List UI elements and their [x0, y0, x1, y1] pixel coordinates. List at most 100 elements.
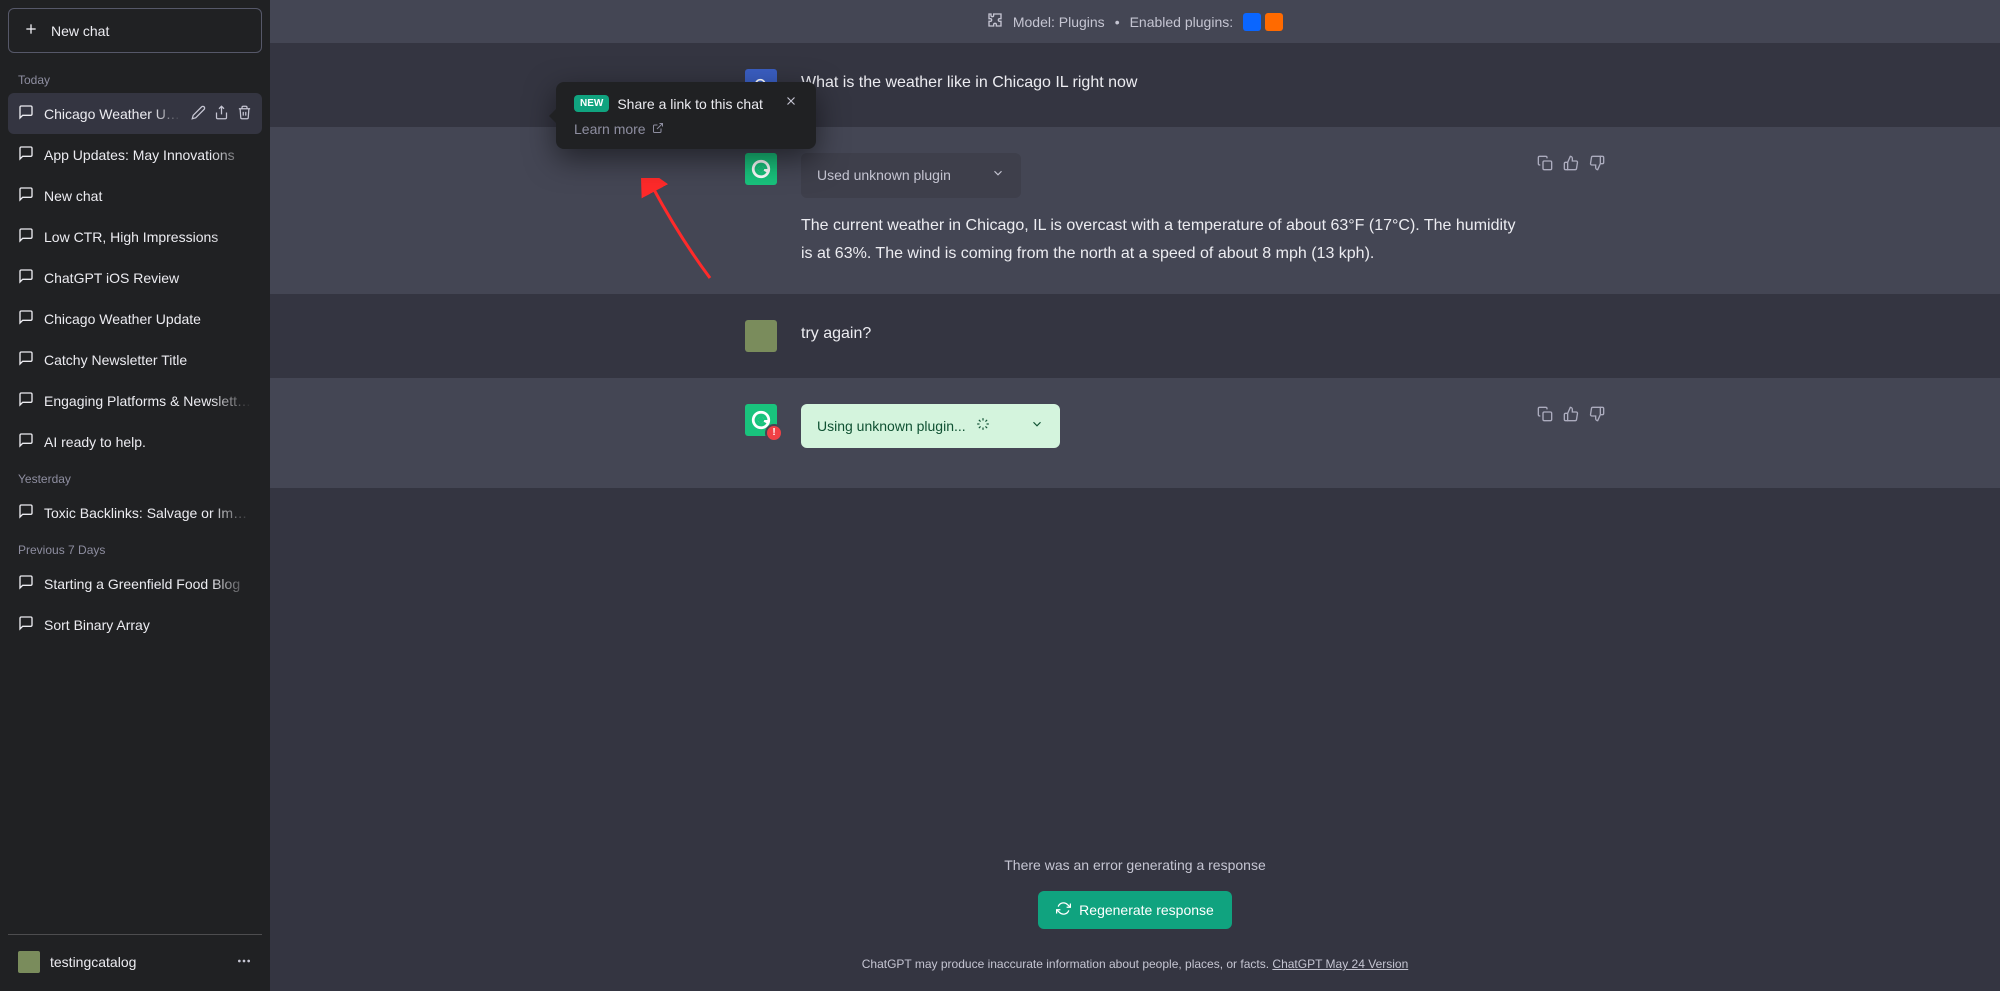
user-avatar-icon	[745, 320, 777, 352]
chat-item[interactable]: Starting a Greenfield Food Blog	[8, 563, 262, 604]
chat-item[interactable]: ChatGPT iOS Review	[8, 257, 262, 298]
section-label-prev7: Previous 7 Days	[8, 533, 262, 563]
chat-item-active[interactable]: Chicago Weather Update	[8, 93, 262, 134]
warning-badge-icon: !	[765, 424, 783, 442]
sidebar-footer: testingcatalog	[8, 934, 262, 983]
chat-title: AI ready to help.	[44, 434, 252, 450]
new-chat-button[interactable]: New chat	[8, 8, 262, 53]
footer-note: ChatGPT may produce inaccurate informati…	[270, 947, 2000, 991]
plugin-status-label: Using unknown plugin...	[817, 414, 966, 439]
plugin-status-using[interactable]: Using unknown plugin...	[801, 404, 1060, 449]
disclaimer-text: ChatGPT may produce inaccurate informati…	[862, 957, 1273, 971]
chat-icon	[18, 268, 34, 287]
chat-icon	[18, 432, 34, 451]
message-assistant: Used unknown plugin The current weather …	[270, 127, 2000, 294]
learn-more-link[interactable]: Learn more	[574, 121, 798, 137]
chat-icon	[18, 615, 34, 634]
user-avatar-icon	[18, 951, 40, 973]
plus-icon	[23, 21, 39, 40]
external-link-icon	[652, 121, 664, 137]
share-popover: NEW Share a link to this chat Learn more	[556, 82, 816, 149]
copy-icon[interactable]	[1537, 406, 1553, 427]
section-label-yesterday: Yesterday	[8, 462, 262, 492]
chat-item[interactable]: Catchy Newsletter Title	[8, 339, 262, 380]
plugin-icon-2[interactable]	[1265, 13, 1283, 31]
share-icon[interactable]	[214, 105, 229, 123]
chat-item[interactable]: App Updates: May Innovations	[8, 134, 262, 175]
new-chat-label: New chat	[51, 23, 109, 39]
main: Model: Plugins • Enabled plugins: What i…	[270, 0, 2000, 991]
conversation[interactable]: What is the weather like in Chicago IL r…	[270, 43, 2000, 835]
chat-title: ChatGPT iOS Review	[44, 270, 252, 286]
sidebar-list[interactable]: Today Chicago Weather Update App Updates	[8, 63, 262, 928]
chevron-down-icon	[1030, 414, 1044, 439]
chat-title: Chicago Weather Update	[44, 106, 181, 122]
chat-icon	[18, 503, 34, 522]
error-text: There was an error generating a response	[270, 857, 2000, 873]
assistant-avatar-icon	[745, 153, 777, 185]
message-assistant: ! Using unknown plugin...	[270, 378, 2000, 489]
message-user: try again?	[270, 294, 2000, 378]
bottom-area: There was an error generating a response…	[270, 835, 2000, 991]
chat-icon	[18, 186, 34, 205]
chat-item[interactable]: Sort Binary Array	[8, 604, 262, 645]
chat-icon	[18, 391, 34, 410]
chat-icon	[18, 309, 34, 328]
plugin-status-used[interactable]: Used unknown plugin	[801, 153, 1021, 198]
chat-icon	[18, 227, 34, 246]
chat-title: Chicago Weather Update	[44, 311, 252, 327]
spinner-icon	[976, 414, 990, 439]
chat-title: New chat	[44, 188, 252, 204]
sidebar: New chat Today Chicago Weather Update	[0, 0, 270, 991]
chat-icon	[18, 145, 34, 164]
regenerate-button[interactable]: Regenerate response	[1038, 891, 1232, 929]
chevron-down-icon	[991, 163, 1005, 188]
copy-icon[interactable]	[1537, 155, 1553, 176]
plugin-icon-1[interactable]	[1243, 13, 1261, 31]
regenerate-label: Regenerate response	[1079, 902, 1214, 918]
popover-title: Share a link to this chat	[617, 96, 763, 112]
thumbs-up-icon[interactable]	[1563, 155, 1579, 176]
chat-title: Sort Binary Array	[44, 617, 252, 633]
section-label-today: Today	[8, 63, 262, 93]
chat-item[interactable]: AI ready to help.	[8, 421, 262, 462]
chat-item[interactable]: Toxic Backlinks: Salvage or Import	[8, 492, 262, 533]
plugin-status-label: Used unknown plugin	[817, 163, 951, 188]
chat-icon	[18, 104, 34, 123]
message-body: Used unknown plugin The current weather …	[801, 153, 1525, 268]
user-name: testingcatalog	[50, 954, 136, 970]
chat-title: App Updates: May Innovations	[44, 147, 252, 163]
chat-title: Starting a Greenfield Food Blog	[44, 576, 252, 592]
separator-dot: •	[1115, 14, 1120, 30]
delete-icon[interactable]	[237, 105, 252, 123]
message-body: Using unknown plugin...	[801, 404, 1525, 463]
chat-item[interactable]: Low CTR, High Impressions	[8, 216, 262, 257]
model-header: Model: Plugins • Enabled plugins:	[270, 0, 2000, 43]
edit-icon[interactable]	[191, 105, 206, 123]
message-text: try again?	[801, 320, 1525, 352]
chat-icon	[18, 574, 34, 593]
user-menu-button[interactable]: testingcatalog	[8, 941, 262, 983]
refresh-icon	[1056, 901, 1071, 919]
chat-title: Low CTR, High Impressions	[44, 229, 252, 245]
new-badge: NEW	[574, 95, 609, 112]
puzzle-icon	[987, 12, 1003, 31]
chat-item[interactable]: New chat	[8, 175, 262, 216]
thumbs-up-icon[interactable]	[1563, 406, 1579, 427]
chat-title: Catchy Newsletter Title	[44, 352, 252, 368]
model-label: Model: Plugins	[1013, 14, 1105, 30]
chat-title: Engaging Platforms & Newsletters	[44, 393, 252, 409]
chat-item[interactable]: Chicago Weather Update	[8, 298, 262, 339]
message-text: What is the weather like in Chicago IL r…	[801, 69, 1525, 101]
learn-more-label: Learn more	[574, 121, 646, 137]
thumbs-down-icon[interactable]	[1589, 155, 1605, 176]
more-icon[interactable]	[236, 953, 252, 972]
message-user: What is the weather like in Chicago IL r…	[270, 43, 2000, 127]
chat-icon	[18, 350, 34, 369]
chat-item[interactable]: Engaging Platforms & Newsletters	[8, 380, 262, 421]
close-icon[interactable]	[784, 94, 798, 113]
assistant-avatar-icon: !	[745, 404, 777, 436]
enabled-plugins-label: Enabled plugins:	[1130, 14, 1234, 30]
thumbs-down-icon[interactable]	[1589, 406, 1605, 427]
version-link[interactable]: ChatGPT May 24 Version	[1272, 957, 1408, 971]
